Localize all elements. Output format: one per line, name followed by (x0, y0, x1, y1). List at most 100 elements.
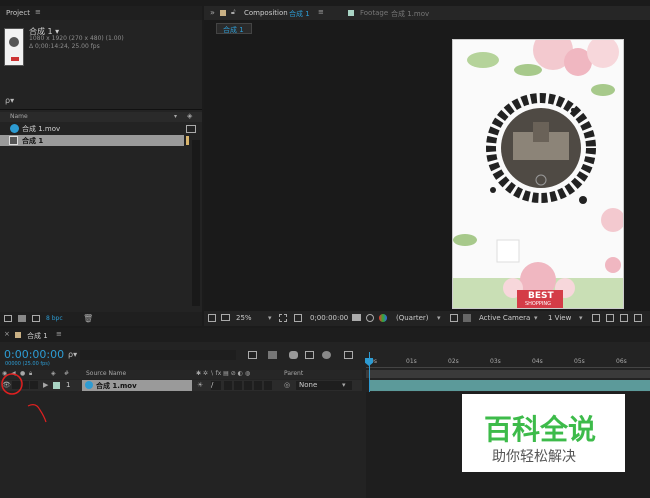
timeline-tab[interactable]: 合成 1 (27, 331, 48, 341)
close-icon[interactable]: × (4, 330, 10, 338)
layer-name-field[interactable]: 合成 1.mov (82, 380, 192, 391)
current-time-display[interactable]: 0:00:00:00 (4, 348, 64, 361)
project-menu-icon[interactable]: ≡ (35, 8, 41, 16)
frame-blend-switch[interactable] (234, 381, 242, 390)
folder-icon[interactable] (18, 315, 26, 322)
project-item[interactable]: 合成 1.mov (0, 123, 196, 134)
parent-dropdown-icon: ▾ (342, 381, 346, 389)
overflow-icon[interactable]: » (210, 8, 215, 17)
comp-thumbnail (4, 28, 24, 66)
comp-dimensions: 1080 x 1920 (270 x 480) (1.00) (29, 35, 124, 42)
comp-flowchart-icon[interactable] (620, 314, 628, 322)
views-select[interactable]: 1 View (548, 314, 571, 322)
timeline-search-input[interactable]: ρ▾ (68, 350, 77, 359)
project-tab[interactable]: Project (6, 9, 30, 17)
views-dropdown-icon[interactable]: ▾ (579, 314, 583, 322)
magnification-dropdown-icon[interactable]: ▾ (268, 314, 272, 322)
viewer-timecode[interactable]: 0;00:00:00 (310, 314, 348, 322)
ruler-label: 04s (532, 358, 543, 365)
frame-blending-icon[interactable] (305, 351, 314, 359)
bit-depth-button[interactable]: 8 bpc (46, 315, 63, 322)
new-comp-icon[interactable] (32, 315, 40, 322)
camera-dropdown-icon[interactable]: ▾ (534, 314, 538, 322)
footage-tab-file[interactable]: 合成 1.mov (391, 9, 429, 19)
footage-tab[interactable]: Footage (360, 9, 388, 17)
tab-menu-icon[interactable]: ≡ (318, 8, 324, 16)
footage-icon (10, 124, 19, 133)
adjustment-switch[interactable] (254, 381, 262, 390)
camera-icon[interactable] (352, 314, 361, 321)
collapse-switch-icon[interactable]: ☀ (197, 381, 203, 389)
transparency-grid-icon[interactable] (463, 314, 471, 322)
timeline-search-field[interactable] (80, 350, 236, 360)
shy-icon[interactable] (289, 351, 298, 359)
column-source-name[interactable]: Source Name (86, 370, 126, 377)
motion-blur-icon[interactable] (322, 351, 331, 359)
column-number[interactable]: # (64, 370, 69, 377)
sort-icon[interactable]: ▾ (174, 113, 177, 120)
graph-editor-icon[interactable] (344, 351, 353, 359)
parent-select[interactable]: None ▾ (296, 381, 352, 390)
always-preview-icon[interactable] (208, 314, 216, 322)
label-swatch[interactable] (186, 136, 189, 145)
project-item-selected[interactable]: 合成 1 (0, 135, 184, 146)
parent-pickwhip-icon[interactable]: ◎ (284, 381, 290, 389)
project-footer: 8 bpc 🗑 (0, 312, 202, 326)
project-tab-bar: Project ≡ (0, 6, 202, 20)
viewer-tab-bar: » 🔓︎ Composition 合成 1 ≡ Footage 合成 1.mov (204, 6, 650, 20)
comp-subtab[interactable]: 合成 1 (216, 23, 252, 34)
fast-preview-icon[interactable] (592, 314, 600, 322)
composition-panel: » 🔓︎ Composition 合成 1 ≡ Footage 合成 1.mov… (204, 6, 650, 326)
lock-icon[interactable]: 🔓︎ (231, 8, 236, 17)
project-columns: Name ▾ ◈ (0, 112, 202, 122)
region-icon[interactable] (279, 314, 287, 322)
draft-3d-icon[interactable] (268, 351, 277, 359)
ruler-label: 05s (574, 358, 585, 365)
roi-icon[interactable] (450, 314, 458, 322)
watermark-subtitle: 助你轻松解决 (492, 449, 576, 465)
viewer-toolbar: 25% ▾ 0;00:00:00 (Quarter) ▾ Active Came… (204, 311, 650, 326)
timeline-tab-menu-icon[interactable]: ≡ (56, 330, 62, 338)
layer-name: 合成 1.mov (96, 382, 137, 390)
magnification-select[interactable]: 25% (236, 314, 252, 322)
resolution-dropdown-icon[interactable]: ▾ (437, 314, 441, 322)
trash-icon[interactable]: 🗑 (83, 314, 93, 323)
effects-switch[interactable] (224, 381, 232, 390)
switches-columns: ✱ ✲ ∖ fx ▤ ⊘ ◐ ◍ (196, 370, 251, 377)
watermark-title: 百科全说 (484, 413, 597, 446)
project-panel: Project ≡ 合成 1 ▾ 1080 x 1920 (270 x 480)… (0, 6, 202, 326)
comp-icon (9, 136, 18, 145)
reset-exposure-icon[interactable] (634, 314, 642, 322)
timeline-comp-icon (15, 332, 21, 338)
ruler-label: 01s (406, 358, 417, 365)
quality-switch[interactable]: / (211, 381, 221, 390)
camera-select[interactable]: Active Camera (479, 314, 530, 322)
comp-frame: BEST SHOPPING (452, 39, 624, 309)
3d-switch[interactable] (264, 381, 272, 390)
toggle-mask-icon[interactable] (294, 314, 302, 322)
composition-tab-name[interactable]: 合成 1 (289, 9, 310, 19)
flow-icon[interactable] (186, 125, 196, 133)
interpret-icon[interactable] (4, 315, 12, 322)
timeline-tab-bar: × 合成 1 ≡ (0, 328, 650, 342)
layer-duration-bar[interactable] (370, 380, 650, 391)
comp-mini-flowchart-icon[interactable] (248, 351, 257, 359)
composition-tab[interactable]: Composition (244, 9, 288, 17)
timeline-icon[interactable] (606, 314, 614, 322)
project-scrollbar[interactable] (192, 140, 200, 306)
snapshot-icon[interactable] (366, 314, 374, 322)
time-ruler[interactable]: 0s 01s 02s 03s 04s 05s 06s (366, 352, 650, 368)
footage-icon (85, 381, 93, 389)
project-search-input[interactable]: ρ▾ (5, 96, 14, 105)
red-annotation (1, 373, 47, 423)
column-name[interactable]: Name (10, 113, 28, 120)
resolution-select[interactable]: (Quarter) (396, 314, 429, 322)
channel-icon[interactable] (379, 314, 387, 322)
footage-tab-icon (348, 10, 354, 16)
watermark-box: 百科全说 助你轻松解决 (462, 394, 625, 472)
column-parent[interactable]: Parent (284, 370, 303, 377)
monitor-icon[interactable] (221, 314, 230, 321)
work-area-bar[interactable] (366, 370, 650, 378)
motion-blur-switch[interactable] (244, 381, 252, 390)
poster-title: BEST (528, 291, 554, 301)
